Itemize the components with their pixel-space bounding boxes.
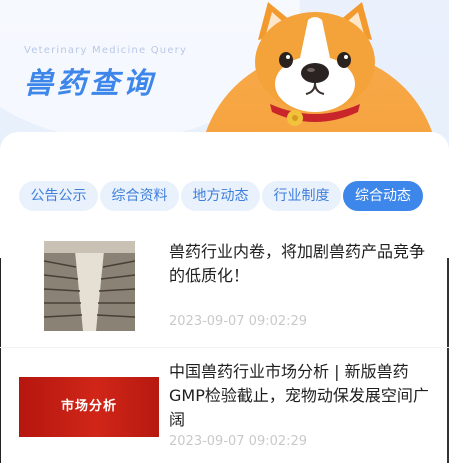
article-date: 2023-09-07 09:02:29 <box>169 434 308 449</box>
article-thumbnail <box>44 241 135 331</box>
thumbnail-caption: 市场分析 <box>60 399 117 414</box>
dog-mascot-icon <box>255 2 375 126</box>
article-date: 2023-09-07 09:02:29 <box>169 314 308 329</box>
article-thumbnail: 市场分析 <box>19 377 159 437</box>
tab-industry-regulations[interactable]: 行业制度 <box>262 181 341 211</box>
tab-general-materials[interactable]: 综合资料 <box>100 181 179 211</box>
article-title: 兽药行业内卷，将加剧兽药产品竞争的低质化！ <box>169 242 426 285</box>
article-title: 中国兽药行业市场分析 | 新版兽药GMP检验截止，宠物动保发展空间广阔 <box>169 362 429 429</box>
banner-subtitle: Veterinary Medicine Query <box>24 45 188 56</box>
list-item[interactable]: 市场分析 中国兽药行业市场分析 | 新版兽药GMP检验截止，宠物动保发展空间广阔… <box>0 356 449 463</box>
page-title: 兽药查询 <box>24 66 157 100</box>
tab-general-news[interactable]: 综合动态 <box>343 181 423 211</box>
tab-announcements[interactable]: 公告公示 <box>19 181 98 211</box>
category-tabs: 公告公示 综合资料 地方动态 行业制度 综合动态 <box>19 181 439 211</box>
tab-local-news[interactable]: 地方动态 <box>181 181 260 211</box>
divider <box>0 347 449 348</box>
list-item[interactable]: 兽药行业内卷，将加剧兽药产品竞争的低质化！ 2023-09-07 09:02:2… <box>0 240 449 340</box>
